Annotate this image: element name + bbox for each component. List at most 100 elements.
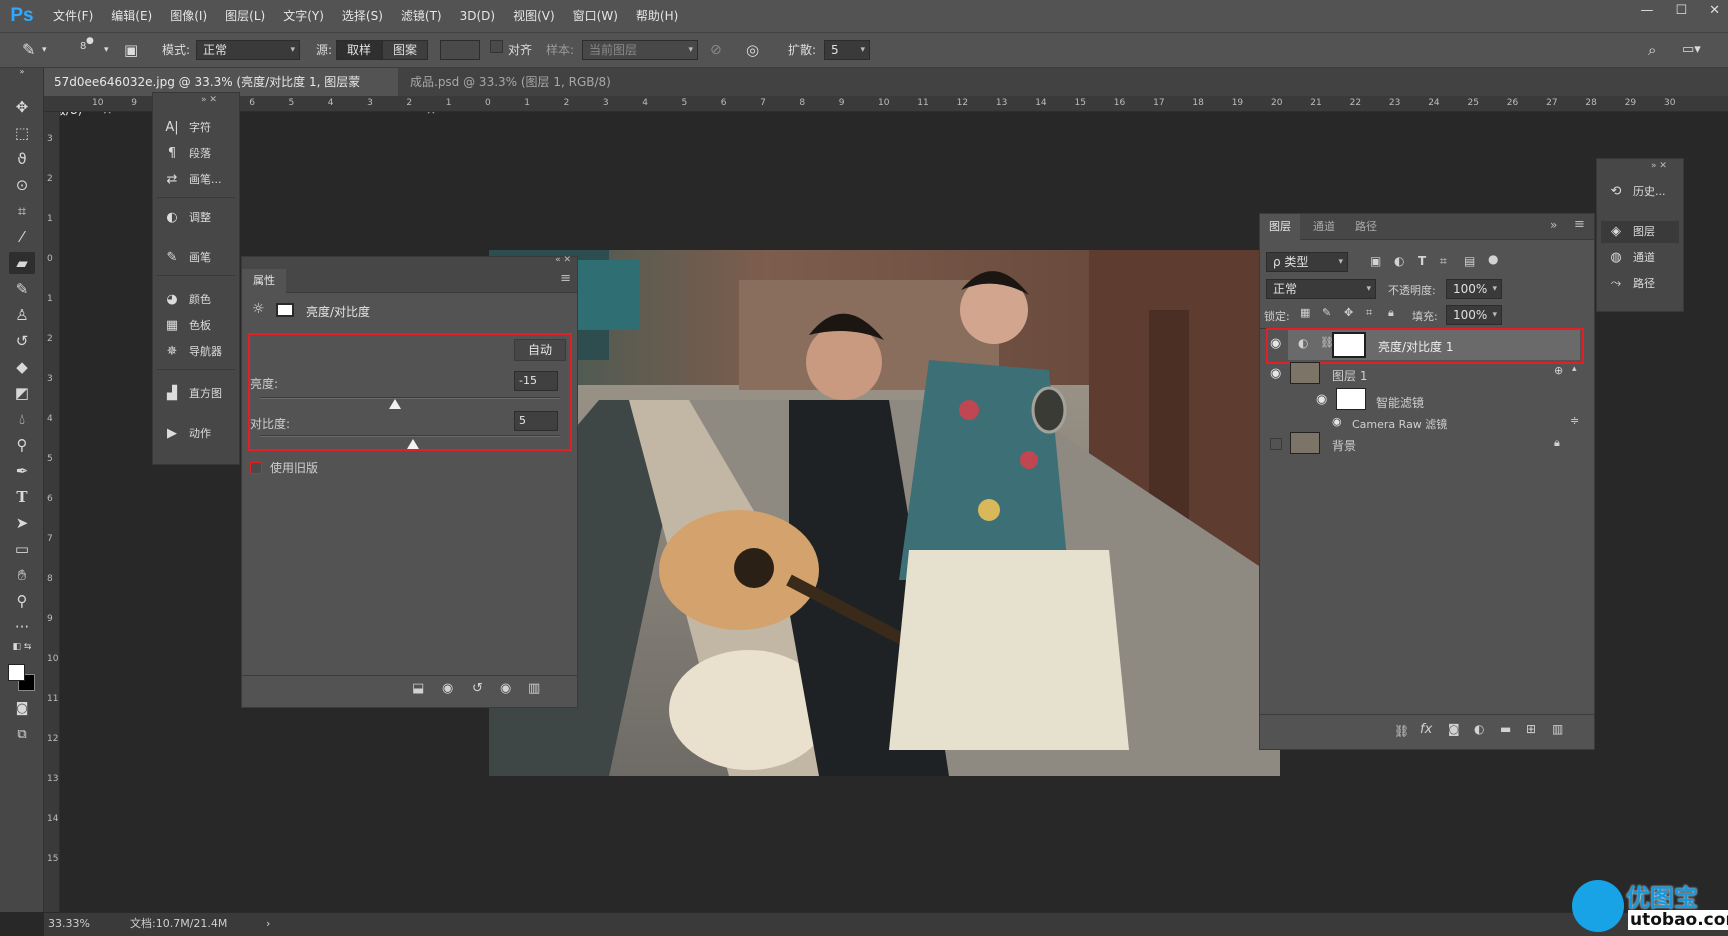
pen-tool-icon[interactable]: ✒ [9, 460, 35, 482]
rectangle-tool-icon[interactable]: ▭ [9, 538, 35, 560]
pixel-filter-icon[interactable]: ▣ [1370, 254, 1381, 268]
screen-mode-icon[interactable]: ⧉ [9, 724, 35, 746]
minimize-button[interactable]: — [1640, 0, 1653, 24]
status-menu-arrow-icon[interactable]: › [266, 913, 270, 935]
contrast-input[interactable]: 5 [514, 411, 558, 431]
brightness-slider-track[interactable] [260, 397, 560, 399]
menu-view[interactable]: 视图(V) [504, 0, 564, 32]
lock-all-icon[interactable]: 🔒︎ [1388, 306, 1394, 320]
blur-tool-icon[interactable]: 💧︎ [9, 408, 35, 430]
search-icon[interactable]: ⌕ [1648, 39, 1656, 61]
layer-visibility-eye-icon[interactable]: ◉ [1270, 366, 1281, 381]
dock-item-0[interactable]: A| 字符 [161, 117, 211, 139]
contrast-slider-thumb[interactable] [407, 439, 419, 449]
lock-transparent-icon[interactable]: ▦ [1300, 306, 1310, 319]
dock-item-8[interactable]: ▟ 直方图 [161, 383, 222, 405]
filter-toggle-icon[interactable]: ● [1488, 252, 1498, 266]
eyedropper-tool-icon[interactable]: ⁄ [9, 226, 35, 248]
history-brush-tool-icon[interactable]: ↺ [9, 330, 35, 352]
dock-item-2[interactable]: ⇄ 画笔... [161, 169, 222, 191]
ignore-adjustment-icon[interactable]: ⊘ [710, 39, 722, 61]
tab-channels[interactable]: 通道 [1304, 214, 1344, 240]
expand-dock-icon[interactable]: » ✕ [201, 95, 217, 105]
mode-select[interactable]: 正常 ▾ [196, 40, 300, 60]
crop-tool-icon[interactable]: ⌗ [9, 200, 35, 222]
opacity-input[interactable]: 100% ▾ [1446, 279, 1502, 299]
dock-item-4[interactable]: ✎ 画笔 [161, 247, 211, 269]
brush-tool-icon[interactable]: ✎ [9, 278, 35, 300]
sample-select[interactable]: 当前图层 ▾ [582, 40, 698, 60]
move-tool-icon[interactable]: ✥ [9, 96, 35, 118]
new-layer-icon[interactable]: ⊞ [1526, 722, 1536, 736]
tab-properties[interactable]: 属性 [242, 269, 286, 293]
right-dock-item-0[interactable]: ⟲ 历史... [1605, 181, 1666, 203]
right-dock-item-2[interactable]: ◍ 通道 [1605, 247, 1655, 269]
quick-mask-icon[interactable]: ◙ [9, 698, 35, 720]
menu-3d[interactable]: 3D(D) [451, 0, 504, 32]
layer-thumbnail[interactable] [1290, 362, 1320, 384]
lock-position-icon[interactable]: ✥ [1344, 306, 1353, 319]
contrast-slider-track[interactable] [260, 435, 560, 437]
layer-thumbnail[interactable] [1290, 432, 1320, 454]
layer-name[interactable]: 背景 [1332, 437, 1356, 454]
add-mask-icon[interactable]: ◙ [1448, 722, 1460, 736]
layer-mask-thumbnail[interactable] [1332, 332, 1366, 358]
smart-filter-eye-icon[interactable]: ◉ [1316, 392, 1327, 407]
diffuse-select[interactable]: 5 ▾ [824, 40, 870, 60]
camera-raw-eye-icon[interactable]: ◉ [1332, 415, 1342, 428]
layer-name[interactable]: 图层 1 [1332, 367, 1367, 384]
dock-item-9[interactable]: ▶ 动作 [161, 423, 211, 445]
dock-item-3[interactable]: ◐ 调整 [161, 207, 211, 229]
link-layers-icon[interactable]: ⛓ [1394, 724, 1409, 738]
doc-tab-inactive[interactable]: 成品.psd @ 33.3% (图层 1, RGB/8) *× [400, 68, 630, 117]
layers-expand-icon[interactable]: » [1550, 218, 1557, 232]
gradient-tool-icon[interactable]: ◩ [9, 382, 35, 404]
dock-item-5[interactable]: ◕ 颜色 [161, 289, 211, 311]
type-tool-icon[interactable]: T [9, 486, 35, 508]
source-sample-button[interactable]: 取样 [336, 40, 382, 60]
dock-item-7[interactable]: ✵ 导航器 [161, 341, 222, 363]
properties-menu-icon[interactable]: ≡ [560, 271, 571, 286]
collapse-tools-icon[interactable]: » [9, 68, 35, 76]
clip-to-layer-icon[interactable]: ⬓ [412, 681, 424, 696]
menu-file[interactable]: 文件(F) [44, 0, 102, 32]
canvas-photo[interactable] [489, 250, 1280, 776]
shape-filter-icon[interactable]: ⌗ [1440, 254, 1447, 269]
healing-brush-tool-icon[interactable]: ✎ [22, 39, 35, 61]
pressure-icon[interactable]: ◎ [746, 39, 759, 61]
camera-raw-filter-label[interactable]: Camera Raw 滤镜 [1352, 416, 1447, 432]
align-checkbox[interactable] [490, 40, 503, 53]
hand-tool-icon[interactable]: ✋︎ [9, 564, 35, 586]
eraser-tool-icon[interactable]: ◆ [9, 356, 35, 378]
clone-stamp-tool-icon[interactable]: ♙ [9, 304, 35, 326]
brightness-input[interactable]: -15 [514, 371, 558, 391]
foreground-color-swatch[interactable] [8, 664, 25, 681]
menu-edit[interactable]: 编辑(E) [102, 0, 161, 32]
visibility-eye-icon[interactable]: ◉ [500, 681, 511, 696]
layers-menu-icon[interactable]: ≡ [1574, 217, 1585, 232]
workspace-icon[interactable]: ▭▾ [1682, 39, 1701, 61]
clone-source-icon[interactable]: ▣ [124, 39, 138, 61]
layer-visibility-eye-icon[interactable]: ◉ [1270, 336, 1281, 351]
swap-colors-icon[interactable]: ◧ ⇆ [9, 642, 35, 652]
fill-input[interactable]: 100% ▾ [1446, 305, 1502, 325]
lasso-tool-icon[interactable]: ϑ [9, 148, 35, 170]
menu-select[interactable]: 选择(S) [333, 0, 392, 32]
more-tools-icon[interactable]: ··· [9, 616, 35, 638]
right-dock-item-3[interactable]: ⤳ 路径 [1605, 273, 1655, 295]
dock-item-6[interactable]: ▦ 色板 [161, 315, 211, 337]
tab-layers[interactable]: 图层 [1260, 214, 1300, 240]
menu-layer[interactable]: 图层(L) [216, 0, 274, 32]
lock-artboard-icon[interactable]: ⌗ [1366, 306, 1372, 320]
filter-options-icon[interactable]: ≑ [1570, 414, 1579, 427]
pattern-swatch[interactable] [440, 40, 480, 60]
maximize-button[interactable]: ☐ [1675, 0, 1687, 24]
layer-filter-select[interactable]: ρ 类型 ▾ [1266, 252, 1348, 272]
view-previous-icon[interactable]: ◉ [442, 681, 453, 696]
healing-brush-tool-icon[interactable]: ▰ [9, 252, 35, 274]
path-select-tool-icon[interactable]: ➤ [9, 512, 35, 534]
document-size[interactable]: 文档:10.7M/21.4M [130, 913, 227, 935]
dodge-tool-icon[interactable]: ⚲ [9, 434, 35, 456]
right-dock-item-1[interactable]: ◈ 图层 [1601, 221, 1679, 243]
delete-trash-icon[interactable]: ▥ [528, 681, 540, 696]
